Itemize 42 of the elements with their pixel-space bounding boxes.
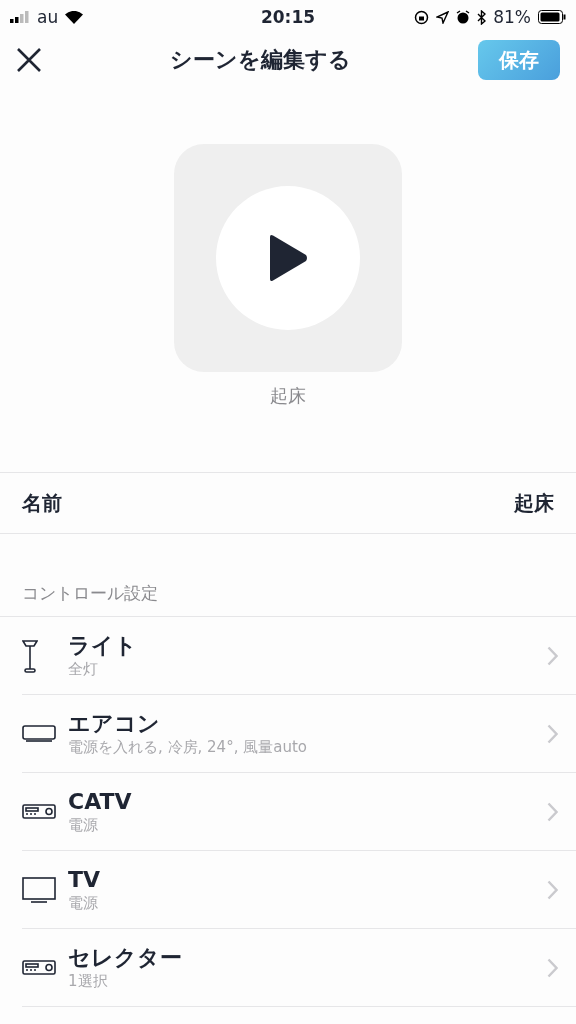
signal-icon [10, 11, 30, 23]
tv-icon [22, 876, 56, 903]
device-name: ライト [68, 632, 138, 660]
device-row[interactable]: エアコン 電源を入れる, 冷房, 24°, 風量auto [22, 695, 576, 773]
device-detail: 全灯 [68, 660, 99, 679]
receiver-icon [22, 804, 56, 819]
chevron-right-icon [547, 801, 558, 822]
chevron-right-icon [547, 879, 558, 900]
screen-title: シーンを編集する [169, 46, 351, 74]
wifi-icon [65, 10, 84, 24]
name-value[interactable]: 起床 [514, 489, 554, 517]
close-icon[interactable] [16, 47, 42, 73]
rotation-lock-icon [414, 9, 430, 25]
device-name: TV [68, 866, 102, 894]
air-conditioner-icon [22, 725, 56, 742]
device-name: CATV [68, 788, 133, 816]
device-name: エアコン [68, 710, 161, 738]
floor-lamp-icon [22, 638, 38, 673]
chevron-right-icon [547, 723, 558, 744]
device-detail: 電源 [68, 894, 99, 913]
play-icon [268, 234, 308, 282]
device-row[interactable]: CATV 電源 [22, 773, 576, 851]
device-detail: 1選択 [68, 972, 109, 991]
device-row[interactable]: TV 電源 [22, 851, 576, 929]
alarm-clock-icon [456, 10, 471, 24]
device-row[interactable]: セレクター 1選択 [22, 929, 576, 1007]
clock-time: 20:15 [260, 7, 316, 27]
battery-icon [538, 10, 566, 24]
battery-percentage: 81% [493, 7, 531, 27]
carrier-name: au [37, 7, 59, 27]
name-label: 名前 [22, 489, 62, 517]
bluetooth-icon [477, 9, 487, 25]
chevron-right-icon [547, 645, 558, 666]
device-row[interactable]: ライト 全灯 [22, 617, 576, 695]
chevron-right-icon [547, 957, 558, 978]
device-name: セレクター [68, 944, 183, 972]
receiver-icon [22, 960, 56, 975]
scene-caption: 起床 [270, 384, 306, 408]
location-arrow-icon [436, 10, 450, 24]
device-detail: 電源を入れる, 冷房, 24°, 風量auto [68, 738, 308, 757]
section-header: コントロール設定 [21, 582, 159, 605]
device-detail: 電源 [68, 816, 99, 835]
